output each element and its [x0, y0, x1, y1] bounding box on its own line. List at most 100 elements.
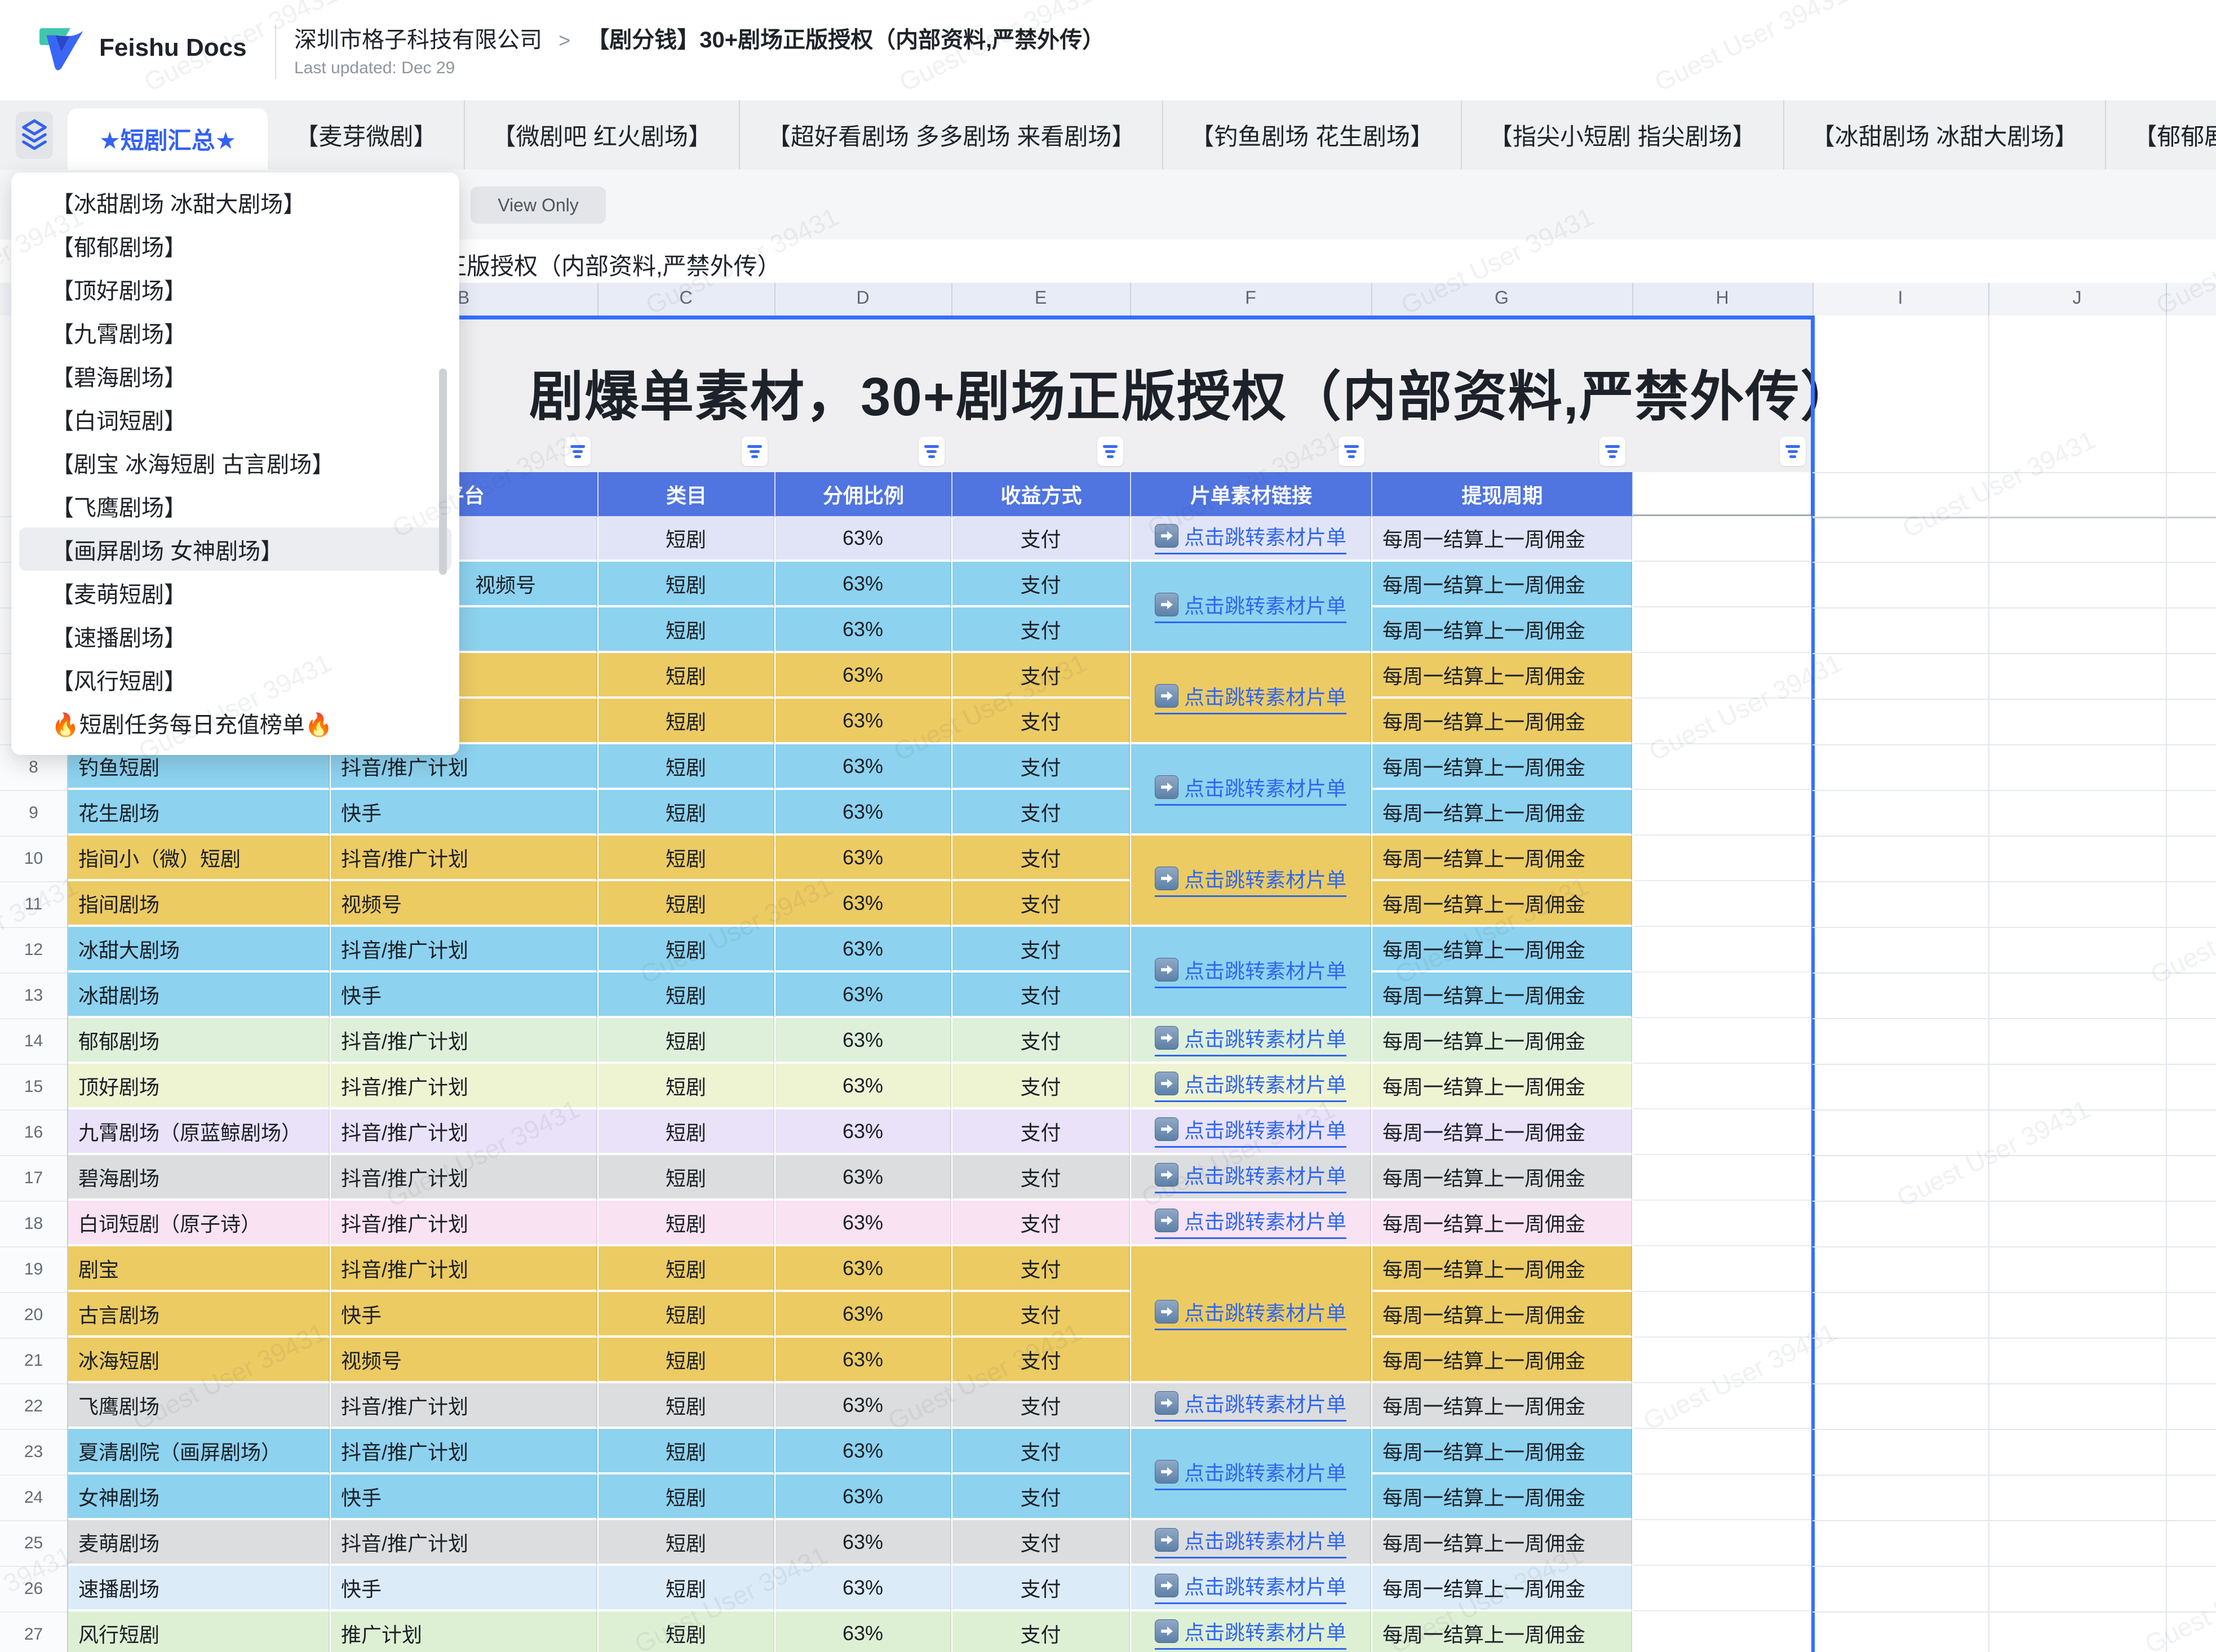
- cell-empty-h-r10[interactable]: [1633, 836, 1811, 881]
- row-number-25[interactable]: 25: [0, 1534, 67, 1553]
- cell-cycle-r9[interactable]: 每周一结算上一周佣金: [1372, 790, 1632, 836]
- material-link-r15[interactable]: 点击跳转素材片单: [1155, 1069, 1346, 1102]
- cell-cycle-r16[interactable]: 每周一结算上一周佣金: [1372, 1109, 1632, 1155]
- cell-payment-r9[interactable]: 支付: [952, 790, 1130, 836]
- material-link-r19[interactable]: 点击跳转素材片单: [1155, 1297, 1346, 1330]
- cell-platform-r21[interactable]: 视频号: [331, 1338, 597, 1383]
- cell-cycle-r7[interactable]: 每周一结算上一周佣金: [1372, 699, 1632, 744]
- material-link-r14[interactable]: 点击跳转素材片单: [1155, 1023, 1346, 1056]
- filter-button-3[interactable]: [1097, 437, 1123, 466]
- row-number-12[interactable]: 12: [0, 940, 67, 960]
- cell-payment-r18[interactable]: 支付: [952, 1201, 1130, 1246]
- cell-category-r14[interactable]: 短剧: [599, 1018, 774, 1064]
- cell-category-r24[interactable]: 短剧: [599, 1475, 774, 1520]
- dropdown-item-3[interactable]: 【九霄剧场】: [19, 310, 451, 354]
- dropdown-item-2[interactable]: 【顶好剧场】: [19, 267, 451, 310]
- cell-payment-r4[interactable]: 支付: [952, 562, 1130, 607]
- cell-name-r21[interactable]: 冰海短剧: [68, 1338, 330, 1383]
- row-number-16[interactable]: 16: [0, 1123, 67, 1142]
- cell-empty-h-r19[interactable]: [1633, 1246, 1811, 1292]
- cell-empty-h-r11[interactable]: [1633, 881, 1811, 927]
- sheet-list-button[interactable]: [16, 112, 53, 159]
- dropdown-scrollbar[interactable]: [439, 368, 447, 575]
- cell-category-r19[interactable]: 短剧: [599, 1246, 774, 1292]
- cell-cycle-r12[interactable]: 每周一结算上一周佣金: [1372, 927, 1632, 972]
- cell-name-r18[interactable]: 白词短剧（原子诗）: [68, 1201, 330, 1246]
- cell-payment-r25[interactable]: 支付: [952, 1520, 1130, 1566]
- cell-category-r27[interactable]: 短剧: [599, 1611, 774, 1652]
- cell-name-r25[interactable]: 麦萌剧场: [68, 1520, 330, 1566]
- cell-category-r20[interactable]: 短剧: [599, 1292, 774, 1338]
- cell-ratio-r15[interactable]: 63%: [775, 1064, 951, 1109]
- cell-platform-r24[interactable]: 快手: [331, 1475, 597, 1520]
- cell-payment-r23[interactable]: 支付: [952, 1429, 1130, 1475]
- cell-ratio-r26[interactable]: 63%: [775, 1566, 951, 1611]
- row-number-15[interactable]: 15: [0, 1077, 67, 1096]
- row-number-23[interactable]: 23: [0, 1442, 67, 1462]
- cell-platform-r25[interactable]: 抖音/推广计划: [331, 1520, 597, 1566]
- row-number-13[interactable]: 13: [0, 986, 67, 1005]
- cell-payment-r14[interactable]: 支付: [952, 1018, 1130, 1064]
- dropdown-item-11[interactable]: 【风行短剧】: [19, 658, 451, 701]
- cell-platform-r15[interactable]: 抖音/推广计划: [331, 1064, 597, 1109]
- material-link-r25[interactable]: 点击跳转素材片单: [1155, 1525, 1346, 1558]
- cell-name-r14[interactable]: 郁郁剧场: [68, 1018, 330, 1064]
- cell-empty-h-r16[interactable]: [1633, 1109, 1811, 1155]
- cell-payment-r16[interactable]: 支付: [952, 1109, 1130, 1155]
- column-letter-G[interactable]: G: [1495, 287, 1509, 308]
- material-link-r4[interactable]: 点击跳转素材片单: [1155, 590, 1346, 623]
- column-letter-B[interactable]: B: [458, 287, 469, 308]
- cell-category-r6[interactable]: 短剧: [599, 653, 774, 699]
- cell-payment-r6[interactable]: 支付: [952, 653, 1130, 699]
- cell-category-r23[interactable]: 短剧: [599, 1429, 774, 1475]
- row-number-27[interactable]: 27: [0, 1625, 67, 1644]
- material-link-r17[interactable]: 点击跳转素材片单: [1155, 1160, 1346, 1193]
- cell-cycle-r6[interactable]: 每周一结算上一周佣金: [1372, 653, 1632, 699]
- cell-empty-h-r3[interactable]: [1633, 516, 1811, 562]
- cell-ratio-r5[interactable]: 63%: [775, 607, 951, 653]
- cell-ratio-r13[interactable]: 63%: [775, 972, 951, 1018]
- cell-name-r23[interactable]: 夏清剧院（画屏剧场）: [68, 1429, 330, 1475]
- tab-sheet-3[interactable]: 【钓鱼剧场 花生剧场】: [1162, 100, 1461, 170]
- cell-payment-r26[interactable]: 支付: [952, 1566, 1130, 1611]
- cell-ratio-r14[interactable]: 63%: [775, 1018, 951, 1064]
- cell-cycle-r27[interactable]: 每周一结算上一周佣金: [1372, 1611, 1632, 1652]
- filter-button-5[interactable]: [1599, 437, 1625, 466]
- column-letter-I[interactable]: I: [1898, 287, 1903, 308]
- cell-empty-h-r13[interactable]: [1633, 972, 1811, 1018]
- cell-category-r5[interactable]: 短剧: [599, 607, 774, 653]
- cell-platform-r12[interactable]: 抖音/推广计划: [331, 927, 597, 972]
- dropdown-item-4[interactable]: 【碧海剧场】: [19, 354, 451, 397]
- material-link-r10[interactable]: 点击跳转素材片单: [1155, 864, 1346, 897]
- cell-ratio-r25[interactable]: 63%: [775, 1520, 951, 1566]
- cell-platform-r16[interactable]: 抖音/推广计划: [331, 1109, 597, 1155]
- tab-sheet-1[interactable]: 【微剧吧 红火剧场】: [464, 100, 739, 170]
- cell-empty-h-r7[interactable]: [1633, 699, 1811, 744]
- cell-platform-r22[interactable]: 抖音/推广计划: [331, 1383, 597, 1429]
- dropdown-item-10[interactable]: 【速播剧场】: [19, 614, 451, 658]
- cell-platform-r20[interactable]: 快手: [331, 1292, 597, 1338]
- cell-category-r9[interactable]: 短剧: [599, 790, 774, 836]
- filter-button-1[interactable]: [742, 437, 768, 466]
- row-number-20[interactable]: 20: [0, 1305, 67, 1325]
- dropdown-item-1[interactable]: 【郁郁剧场】: [19, 224, 451, 267]
- cell-name-r19[interactable]: 剧宝: [68, 1246, 330, 1292]
- cell-cycle-r8[interactable]: 每周一结算上一周佣金: [1372, 744, 1632, 790]
- row-number-10[interactable]: 10: [0, 849, 67, 868]
- cell-name-r13[interactable]: 冰甜剧场: [68, 972, 330, 1018]
- column-letter-J[interactable]: J: [2073, 287, 2082, 308]
- row-number-19[interactable]: 19: [0, 1260, 67, 1279]
- row-number-14[interactable]: 14: [0, 1032, 67, 1051]
- cell-payment-r19[interactable]: 支付: [952, 1246, 1130, 1292]
- cell-cycle-r24[interactable]: 每周一结算上一周佣金: [1372, 1475, 1632, 1520]
- cell-cycle-r5[interactable]: 每周一结算上一周佣金: [1372, 607, 1632, 653]
- cell-category-r10[interactable]: 短剧: [599, 836, 774, 881]
- cell-category-r21[interactable]: 短剧: [599, 1338, 774, 1383]
- cell-ratio-r21[interactable]: 63%: [775, 1338, 951, 1383]
- cell-platform-r23[interactable]: 抖音/推广计划: [331, 1429, 597, 1475]
- cell-empty-h-r27[interactable]: [1633, 1611, 1811, 1652]
- cell-cycle-r23[interactable]: 每周一结算上一周佣金: [1372, 1429, 1632, 1475]
- cell-cycle-r22[interactable]: 每周一结算上一周佣金: [1372, 1383, 1632, 1429]
- filter-button-6[interactable]: [1780, 437, 1806, 466]
- row-number-8[interactable]: 8: [0, 758, 67, 777]
